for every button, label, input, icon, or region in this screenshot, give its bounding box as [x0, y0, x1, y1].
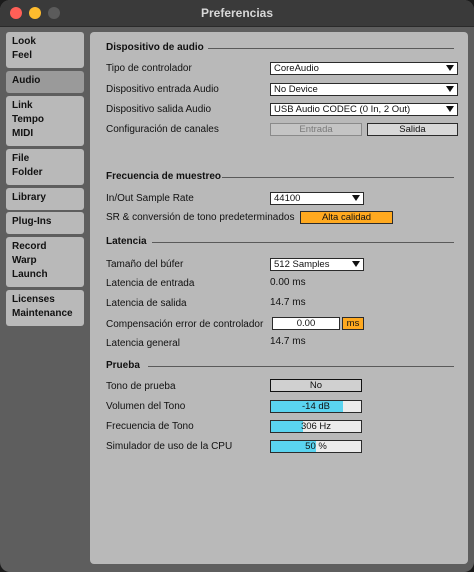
section-title-test: Prueba	[106, 360, 140, 371]
src-quality-selector[interactable]: Alta calidad	[300, 211, 393, 224]
sidebar-item-feel[interactable]: Feel	[6, 49, 84, 63]
output-device-dropdown[interactable]: USB Audio CODEC (0 In, 2 Out)	[270, 103, 458, 116]
tone-volume-label: Volumen del Tono	[106, 401, 186, 412]
sidebar-group-library[interactable]: Library	[6, 188, 84, 210]
tone-frequency-value: 306 Hz	[300, 421, 332, 432]
preferences-window: Preferencias Look Feel Audio Link Tempo …	[0, 0, 474, 572]
section-divider	[148, 366, 454, 367]
input-config-button[interactable]: Entrada	[270, 123, 362, 136]
driver-type-dropdown[interactable]: CoreAudio	[270, 62, 458, 75]
sidebar-group-look-feel[interactable]: Look Feel	[6, 32, 84, 68]
cpu-simulator-label: Simulador de uso de la CPU	[106, 441, 233, 452]
chevron-down-icon	[352, 195, 360, 201]
section-title-sample-rate: Frecuencia de muestreo	[106, 171, 222, 182]
sidebar-item-folder[interactable]: Folder	[6, 166, 84, 180]
sidebar-item-record[interactable]: Record	[6, 240, 84, 254]
overall-latency-value: 14.7 ms	[270, 336, 306, 347]
output-device-value: USB Audio CODEC (0 In, 2 Out)	[274, 104, 411, 115]
output-latency-value: 14.7 ms	[270, 297, 306, 308]
sidebar-item-licenses[interactable]: Licenses	[6, 293, 84, 307]
output-device-label: Dispositivo salida Audio	[106, 104, 212, 115]
driver-error-comp-unit: ms	[342, 317, 364, 330]
sidebar-item-warp[interactable]: Warp	[6, 254, 84, 268]
test-tone-toggle[interactable]: No	[270, 379, 362, 392]
buffer-size-label: Tamaño del búfer	[106, 259, 184, 270]
sidebar-item-link[interactable]: Link	[6, 99, 84, 113]
sidebar-group-link-tempo-midi[interactable]: Link Tempo MIDI	[6, 96, 84, 146]
tone-volume-slider[interactable]: -14 dB	[270, 400, 362, 413]
sidebar-group-record-warp-launch[interactable]: Record Warp Launch	[6, 237, 84, 287]
section-divider	[152, 242, 454, 243]
input-device-label: Dispositivo entrada Audio	[106, 84, 219, 95]
cpu-simulator-slider[interactable]: 50 %	[270, 440, 362, 453]
tone-frequency-slider[interactable]: 306 Hz	[270, 420, 362, 433]
chevron-down-icon	[352, 261, 360, 267]
driver-error-comp-label: Compensación error de controlador	[106, 319, 264, 330]
sidebar-group-file-folder[interactable]: File Folder	[6, 149, 84, 185]
test-tone-label: Tono de prueba	[106, 381, 176, 392]
sample-rate-dropdown[interactable]: 44100	[270, 192, 364, 205]
driver-error-comp-field[interactable]: 0.00	[272, 317, 340, 330]
sidebar-group-plugins[interactable]: Plug-Ins	[6, 212, 84, 234]
title-bar: Preferencias	[0, 0, 474, 27]
cpu-simulator-value: 50 %	[305, 441, 327, 452]
sidebar-group-licenses-maintenance[interactable]: Licenses Maintenance	[6, 290, 84, 326]
tone-frequency-label: Frecuencia de Tono	[106, 421, 194, 432]
sidebar-group-audio[interactable]: Audio	[6, 71, 84, 93]
sidebar-item-launch[interactable]: Launch	[6, 268, 84, 282]
sidebar-item-library[interactable]: Library	[6, 191, 84, 205]
sidebar-item-maintenance[interactable]: Maintenance	[6, 307, 84, 321]
sidebar-item-midi[interactable]: MIDI	[6, 127, 84, 141]
buffer-size-value: 512 Samples	[274, 259, 330, 270]
section-title-latency: Latencia	[106, 236, 147, 247]
input-device-value: No Device	[274, 84, 318, 95]
input-latency-value: 0.00 ms	[270, 277, 306, 288]
output-latency-label: Latencia de salida	[106, 298, 187, 309]
chevron-down-icon	[446, 106, 454, 112]
channel-config-label: Configuración de canales	[106, 124, 219, 135]
output-config-button[interactable]: Salida	[367, 123, 458, 136]
buffer-size-dropdown[interactable]: 512 Samples	[270, 258, 364, 271]
sidebar-item-look[interactable]: Look	[6, 35, 84, 49]
sidebar-item-audio[interactable]: Audio	[6, 74, 84, 88]
src-default-label: SR & conversión de tono predeterminados	[106, 212, 295, 223]
section-divider	[222, 177, 454, 178]
sidebar-item-tempo[interactable]: Tempo	[6, 113, 84, 127]
sample-rate-label: In/Out Sample Rate	[106, 193, 194, 204]
window-title: Preferencias	[200, 6, 274, 20]
sidebar-item-plugins[interactable]: Plug-Ins	[6, 215, 84, 229]
chevron-down-icon	[446, 86, 454, 92]
overall-latency-label: Latencia general	[106, 338, 180, 349]
input-device-dropdown[interactable]: No Device	[270, 83, 458, 96]
input-latency-label: Latencia de entrada	[106, 278, 195, 289]
driver-type-value: CoreAudio	[274, 63, 319, 74]
section-title-audio-device: Dispositivo de audio	[106, 42, 204, 53]
chevron-down-icon	[446, 65, 454, 71]
driver-type-label: Tipo de controlador	[106, 63, 192, 74]
audio-preferences-panel: Dispositivo de audio Tipo de controlador…	[90, 32, 468, 564]
sidebar-item-file[interactable]: File	[6, 152, 84, 166]
sample-rate-value: 44100	[274, 193, 301, 204]
section-divider	[208, 48, 454, 49]
tone-volume-value: -14 dB	[302, 401, 330, 412]
